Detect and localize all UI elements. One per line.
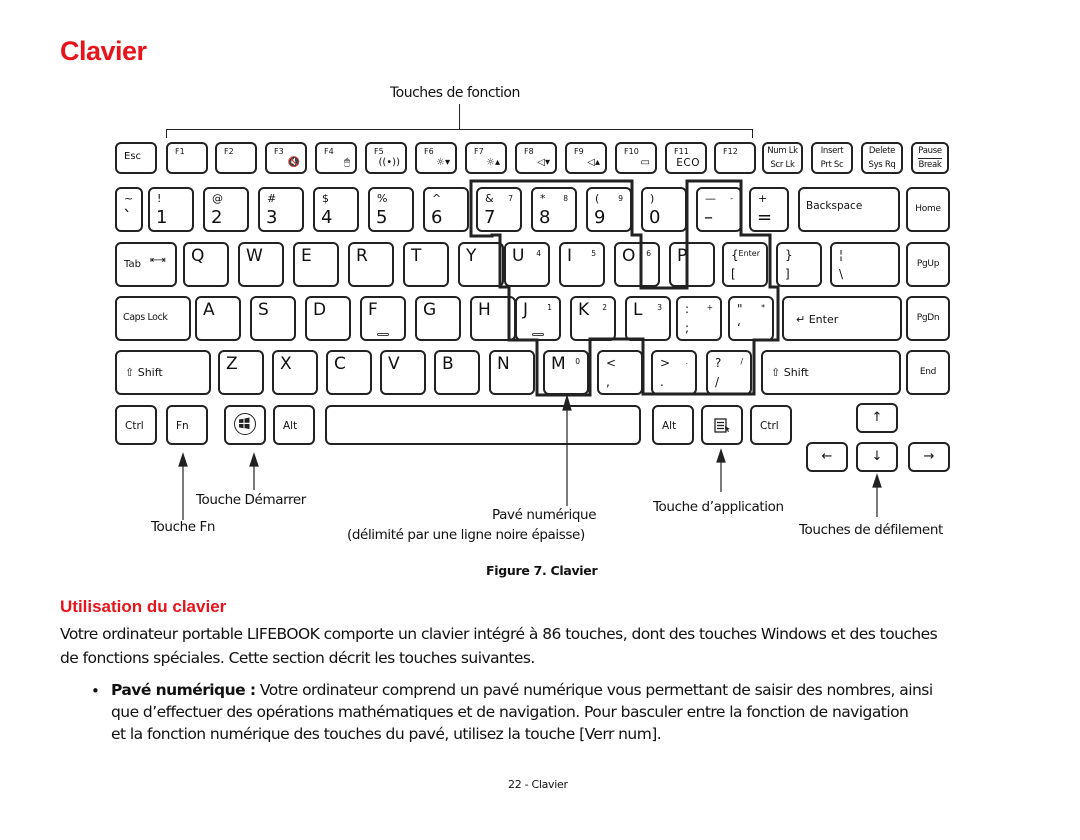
callout-app-key: Touche d’application: [653, 499, 784, 515]
bullet-line-2: que d’effectuer des opérations mathémati…: [111, 703, 909, 721]
figure-caption: Figure 7. Clavier: [486, 563, 598, 578]
callout-start-key: Touche Démarrer: [196, 492, 306, 508]
section-heading: Utilisation du clavier: [60, 597, 227, 616]
page-footer: 22 - Clavier: [508, 778, 568, 791]
callout-function-keys: Touches de fonction: [390, 85, 520, 101]
bullet-text-1: Votre ordinateur comprend un pavé numéri…: [255, 681, 933, 699]
bullet-icon: •: [91, 682, 100, 700]
intro-line-1: Votre ordinateur portable LIFEBOOK compo…: [60, 625, 938, 643]
callout-fn-key: Touche Fn: [151, 519, 216, 535]
diagram-overlay: [166, 104, 882, 520]
callout-numpad: Pavé numérique: [492, 507, 597, 523]
callout-numpad-note: (délimité par une ligne noire épaisse): [347, 527, 585, 543]
numpad-outline: [469, 179, 780, 397]
bullet-line-1: Pavé numérique : Votre ordinateur compre…: [111, 681, 933, 699]
bullet-line-3: et la fonction numérique des touches du …: [111, 725, 662, 743]
callout-scroll-keys: Touches de défilement: [799, 522, 943, 538]
function-keys-bracket: [166, 104, 753, 138]
intro-line-2: de fonctions spéciales. Cette section dé…: [60, 649, 535, 667]
bullet-term: Pavé numérique :: [111, 681, 256, 699]
